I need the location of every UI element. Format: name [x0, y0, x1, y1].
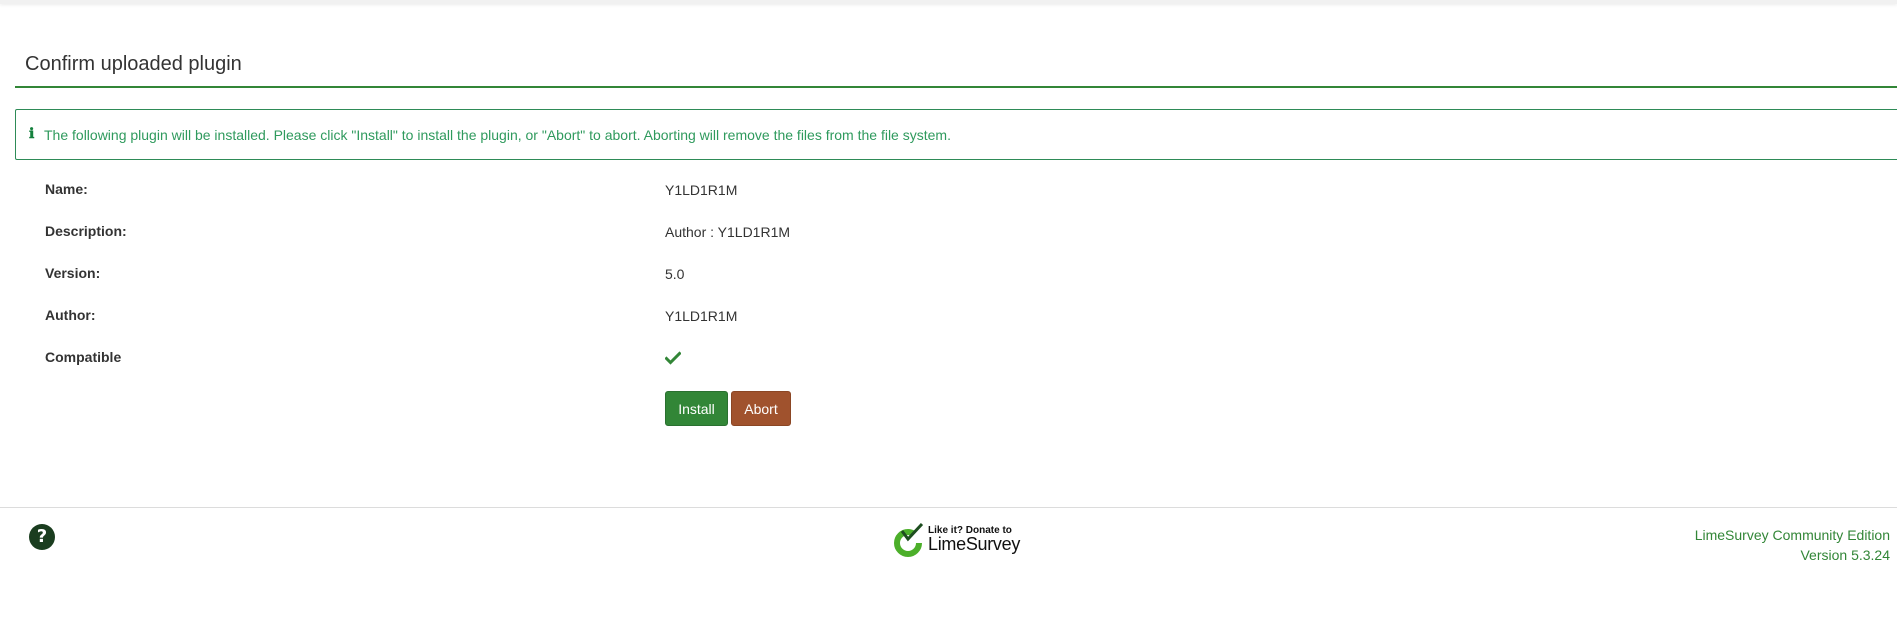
top-navbar [0, 0, 1897, 4]
page-header: Confirm uploaded plugin [15, 45, 1897, 88]
description-label: Description: [45, 223, 127, 239]
limesurvey-logo-icon [894, 522, 924, 557]
compatible-label: Compatible [45, 349, 122, 365]
page-title: Confirm uploaded plugin [25, 53, 242, 75]
install-button[interactable]: Install [665, 391, 728, 426]
version-value: 5.0 [665, 266, 685, 282]
plugin-row-name: Name: Y1LD1R1M [0, 181, 1897, 211]
footer-divider [0, 507, 1897, 508]
plugin-row-description: Description: Author : Y1LD1R1M [0, 223, 1897, 253]
check-icon [665, 351, 681, 365]
author-value: Y1LD1R1M [665, 308, 738, 324]
info-icon: ℹ [29, 126, 35, 142]
donate-link[interactable]: Like it? Donate to LimeSurvey [894, 521, 1029, 561]
author-label: Author: [45, 307, 96, 323]
version-link[interactable]: Version 5.3.24 [1695, 545, 1890, 565]
question-circle-icon[interactable]: ? [29, 524, 55, 550]
alert-message: The following plugin will be installed. … [44, 127, 951, 143]
plugin-row-author: Author: Y1LD1R1M [0, 307, 1897, 337]
footer-version-info: LimeSurvey Community Edition Version 5.3… [1695, 525, 1890, 565]
plugin-row-compatible: Compatible [0, 349, 1897, 379]
name-value: Y1LD1R1M [665, 182, 738, 198]
plugin-row-version: Version: 5.0 [0, 265, 1897, 295]
abort-button[interactable]: Abort [731, 391, 791, 426]
version-label: Version: [45, 265, 101, 281]
description-value: Author : Y1LD1R1M [665, 224, 791, 240]
name-label: Name: [45, 181, 88, 197]
donate-brand: LimeSurvey [928, 534, 1021, 554]
info-alert: ℹ The following plugin will be installed… [15, 109, 1897, 160]
edition-link[interactable]: LimeSurvey Community Edition [1695, 525, 1890, 545]
